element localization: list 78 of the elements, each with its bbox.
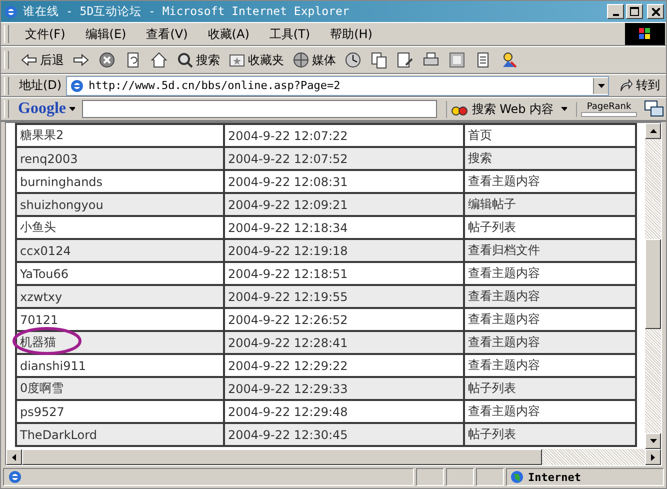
menu-item[interactable]: 帮助(H)	[320, 26, 382, 42]
caret-icon[interactable]	[598, 84, 604, 88]
globe-icon	[510, 470, 524, 484]
table-cell: renq2003	[16, 147, 224, 170]
arrow-icon	[619, 78, 633, 92]
table-cell: 查看主题内容	[464, 285, 636, 308]
search-button[interactable]: 搜索 Web 内容	[446, 100, 558, 118]
pagerank-meter: PageRank	[576, 102, 642, 116]
status-panel	[416, 468, 444, 486]
google-logo[interactable]: Google	[18, 100, 66, 118]
table-cell: 2004-9-22 12:09:21	[224, 193, 464, 216]
window-icon	[448, 51, 466, 69]
right-arrow-icon	[72, 51, 90, 69]
go-button[interactable]: 转到	[613, 77, 666, 94]
toolbar-button[interactable]: 后退	[17, 48, 67, 72]
minimize-icon	[612, 14, 618, 16]
menu-item[interactable]: 查看(V)	[136, 26, 198, 42]
status-panel	[446, 468, 474, 486]
left-arrow-icon	[20, 51, 38, 69]
table-cell: xzwtxy	[16, 285, 224, 308]
table-cell: 2004-9-22 12:19:55	[224, 285, 464, 308]
person-icon	[500, 51, 518, 69]
table-cell: 首页	[464, 124, 636, 147]
page-icon	[68, 78, 85, 94]
search-field[interactable]	[82, 100, 437, 118]
table-cell: 2004-9-22 12:28:41	[224, 331, 464, 354]
table-cell: 帖子列表	[464, 377, 636, 400]
edit-icon	[396, 51, 414, 69]
address-label: 地址(D)	[19, 77, 62, 94]
security-zone: Internet	[528, 470, 581, 484]
caret-icon[interactable]	[560, 107, 568, 111]
table-cell: 2004-9-22 12:07:52	[224, 147, 464, 170]
down-arrow-icon[interactable]	[650, 439, 656, 443]
left-arrow-icon[interactable]	[12, 454, 16, 460]
copy-icon	[370, 51, 388, 69]
table-cell: 帖子列表	[464, 423, 636, 446]
table-cell: 查看归档文件	[464, 239, 636, 262]
table-cell: 查看主题内容	[464, 331, 636, 354]
up-arrow-icon[interactable]	[650, 129, 656, 133]
table-cell: 糖果果2	[16, 124, 224, 147]
minimize-button[interactable]	[607, 4, 624, 19]
status-panel	[476, 468, 504, 486]
window-title: 谁在线 - 5D互动论坛 - Microsoft Internet Explorer	[23, 4, 350, 19]
close-button[interactable]	[647, 4, 664, 19]
toolbar-button[interactable]: 收藏夹	[225, 48, 287, 72]
table-cell: 2004-9-22 12:29:33	[224, 377, 464, 400]
globe-icon	[292, 51, 310, 69]
maximize-icon	[630, 7, 639, 16]
home-icon	[150, 51, 168, 69]
toolbar-button[interactable]: 搜索	[173, 48, 223, 72]
menu-item[interactable]: 收藏(A)	[198, 26, 260, 42]
table-cell: 0度啊雪	[16, 377, 224, 400]
table-cell: 2004-9-22 12:30:45	[224, 423, 464, 446]
table-cell: 2004-9-22 12:19:18	[224, 239, 464, 262]
menu-item[interactable]: 编辑(E)	[75, 26, 136, 42]
close-icon	[652, 8, 660, 16]
address-field[interactable]: http://www.5d.cn/bbs/online.asp?Page=2	[66, 76, 609, 96]
menu-item[interactable]: 工具(T)	[259, 26, 320, 42]
table-cell: 编辑帖子	[464, 193, 636, 216]
page-icon	[7, 469, 23, 485]
windows-logo-icon	[625, 23, 665, 45]
stop-icon	[98, 51, 116, 69]
table-cell: ccx0124	[16, 239, 224, 262]
table-cell: shuizhongyou	[16, 193, 224, 216]
table-cell: 搜索	[464, 147, 636, 170]
browser-icon	[3, 4, 19, 20]
table-cell: TheDarkLord	[16, 423, 224, 446]
caret-icon[interactable]	[69, 107, 76, 111]
search-icon	[176, 51, 194, 69]
horizontal-scrollbar[interactable]	[6, 449, 661, 465]
clock-icon	[344, 51, 362, 69]
maximize-button[interactable]	[626, 4, 643, 19]
toolbar-button[interactable]: 媒体	[289, 48, 339, 72]
right-arrow-icon[interactable]	[651, 454, 655, 460]
table-cell: 2004-9-22 12:07:22	[224, 124, 464, 147]
vertical-scrollbar[interactable]	[645, 123, 661, 449]
window-icon[interactable]	[644, 100, 666, 118]
menu-item[interactable]: 文件(F)	[15, 26, 76, 42]
